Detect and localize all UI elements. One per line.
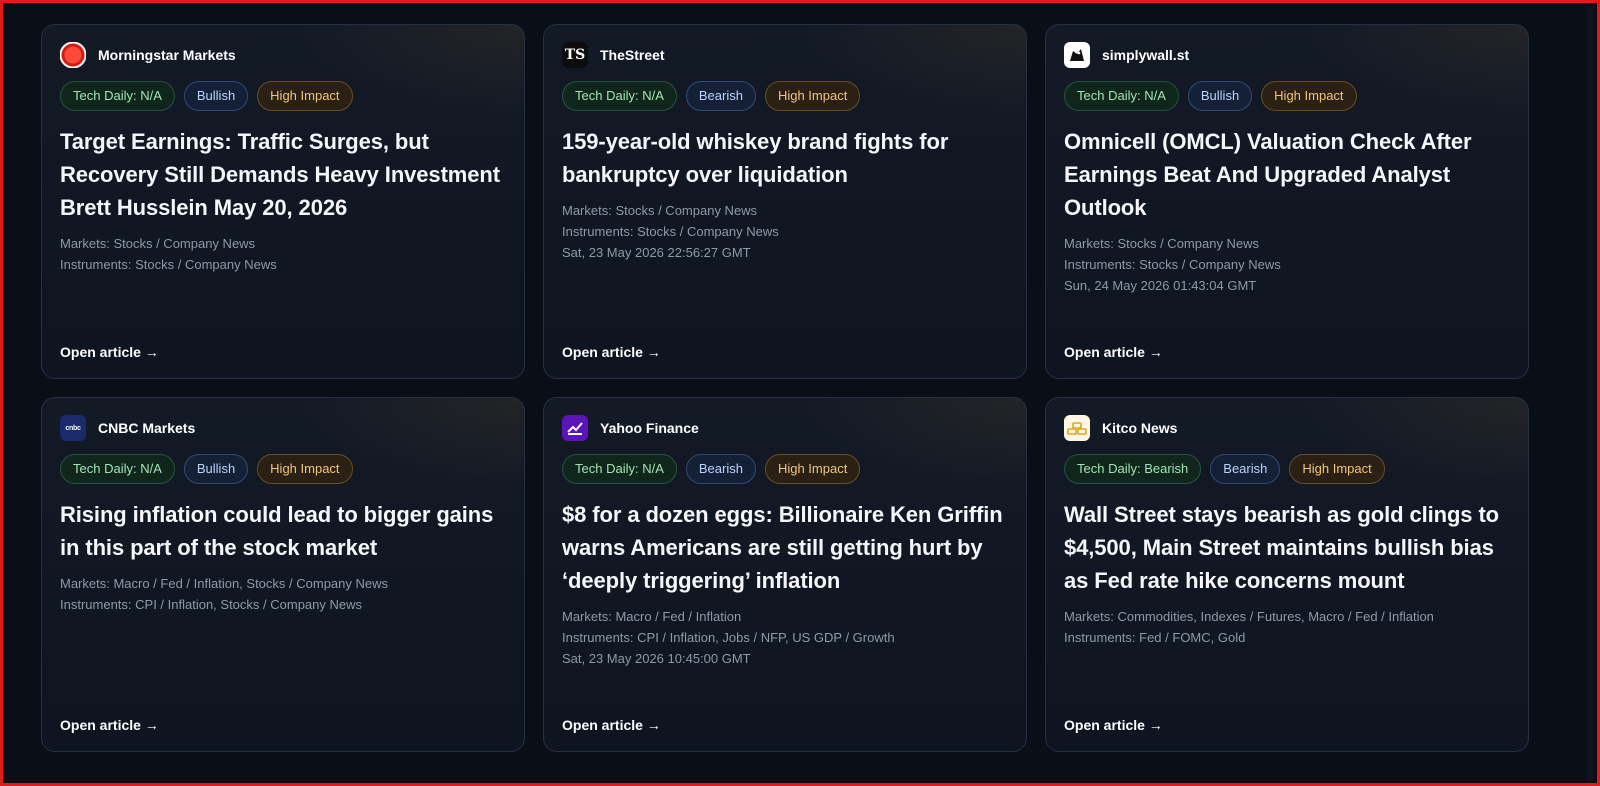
card-source: cnbc CNBC Markets [60,414,506,442]
sentiment-badge: Bearish [685,454,756,484]
impact-badge: High Impact [1289,454,1385,484]
impact-badge: High Impact [764,454,861,484]
app-frame: Morningstar Markets Tech Daily: N/A Bull… [0,0,1600,786]
tech-daily-badge: Tech Daily: N/A [562,81,677,111]
meta-instruments: Instruments: CPI / Inflation, Stocks / C… [60,597,363,612]
sentiment-badge: Bearish [1210,454,1281,484]
meta-timestamp: Sun, 24 May 2026 01:43:04 GMT [1064,278,1257,293]
simplywallst-logo-icon [1064,42,1090,68]
meta-timestamp: Sat, 23 May 2026 10:45:00 GMT [562,651,751,666]
tag-row: Tech Daily: N/A Bearish High Impact [562,454,1008,484]
article-title[interactable]: $8 for a dozen eggs: Billionaire Ken Gri… [562,498,1008,597]
card-source: Morningstar Markets [60,41,506,69]
article-meta: Markets: Commodities, Indexes / Futures,… [1064,606,1510,648]
tech-daily-badge: Tech Daily: N/A [60,454,175,484]
source-name: Kitco News [1102,420,1178,436]
kitco-logo-icon [1064,415,1090,441]
tech-daily-badge: Tech Daily: N/A [1064,81,1179,111]
morningstar-logo-icon [60,42,86,68]
news-card-grid: Morningstar Markets Tech Daily: N/A Bull… [41,24,1561,752]
tag-row: Tech Daily: N/A Bearish High Impact [562,81,1008,111]
impact-badge: High Impact [764,81,861,111]
cnbc-logo-icon: cnbc [60,415,86,441]
meta-instruments: Instruments: Stocks / Company News [1064,257,1281,272]
source-name: Yahoo Finance [600,420,699,436]
news-card[interactable]: Yahoo Finance Tech Daily: N/A Bearish Hi… [543,397,1027,752]
source-name: simplywall.st [1102,47,1190,63]
source-name: Morningstar Markets [98,47,236,63]
meta-markets: Markets: Stocks / Company News [60,236,256,251]
meta-markets: Markets: Commodities, Indexes / Futures,… [1064,609,1434,624]
news-card[interactable]: Kitco News Tech Daily: Bearish Bearish H… [1045,397,1529,752]
meta-instruments: Instruments: Stocks / Company News [60,257,277,272]
article-title[interactable]: Target Earnings: Traffic Surges, but Rec… [60,125,506,224]
open-article-link[interactable]: Open article → [1064,344,1163,360]
card-source: Yahoo Finance [562,414,1008,442]
article-meta: Markets: Macro / Fed / Inflation, Stocks… [60,573,506,615]
yahoo-finance-logo-icon [562,415,588,441]
news-card[interactable]: TS TheStreet Tech Daily: N/A Bearish Hig… [543,24,1027,379]
thestreet-logo-icon: TS [562,42,588,68]
meta-instruments: Instruments: Fed / FOMC, Gold [1064,630,1246,645]
news-card[interactable]: simplywall.st Tech Daily: N/A Bullish Hi… [1045,24,1529,379]
sentiment-badge: Bullish [183,81,249,111]
article-meta: Markets: Stocks / Company News Instrumen… [1064,233,1510,296]
news-card[interactable]: Morningstar Markets Tech Daily: N/A Bull… [41,24,525,379]
impact-badge: High Impact [1261,81,1357,111]
meta-instruments: Instruments: Stocks / Company News [562,224,779,239]
open-article-link[interactable]: Open article → [562,717,661,733]
tech-daily-badge: Tech Daily: Bearish [1064,454,1202,484]
open-article-link[interactable]: Open article → [562,344,661,360]
card-source: TS TheStreet [562,41,1008,69]
meta-markets: Markets: Stocks / Company News [562,203,758,218]
open-article-link[interactable]: Open article → [60,717,159,733]
sentiment-badge: Bullish [183,454,249,484]
tag-row: Tech Daily: N/A Bullish High Impact [60,81,506,111]
card-source: simplywall.st [1064,41,1510,69]
sentiment-badge: Bearish [685,81,756,111]
impact-badge: High Impact [257,81,353,111]
vertical-scrollbar[interactable] [1586,6,1594,780]
tag-row: Tech Daily: N/A Bullish High Impact [60,454,506,484]
impact-badge: High Impact [257,454,353,484]
open-article-link[interactable]: Open article → [1064,717,1163,733]
article-meta: Markets: Macro / Fed / Inflation Instrum… [562,606,1008,669]
source-name: CNBC Markets [98,420,196,436]
tag-row: Tech Daily: Bearish Bearish High Impact [1064,454,1510,484]
article-title[interactable]: Wall Street stays bearish as gold clings… [1064,498,1510,597]
tech-daily-badge: Tech Daily: N/A [562,454,677,484]
meta-markets: Markets: Macro / Fed / Inflation [562,609,742,624]
article-title[interactable]: Omnicell (OMCL) Valuation Check After Ea… [1064,125,1510,224]
meta-timestamp: Sat, 23 May 2026 22:56:27 GMT [562,245,751,260]
news-card[interactable]: cnbc CNBC Markets Tech Daily: N/A Bullis… [41,397,525,752]
meta-markets: Markets: Macro / Fed / Inflation, Stocks… [60,576,389,591]
source-name: TheStreet [600,47,665,63]
tech-daily-badge: Tech Daily: N/A [60,81,175,111]
meta-instruments: Instruments: CPI / Inflation, Jobs / NFP… [562,630,895,645]
article-title[interactable]: Rising inflation could lead to bigger ga… [60,498,506,564]
open-article-link[interactable]: Open article → [60,344,159,360]
article-title[interactable]: 159-year-old whiskey brand fights for ba… [562,125,1008,191]
sentiment-badge: Bullish [1187,81,1253,111]
card-source: Kitco News [1064,414,1510,442]
article-meta: Markets: Stocks / Company News Instrumen… [60,233,506,275]
article-meta: Markets: Stocks / Company News Instrumen… [562,200,1008,263]
tag-row: Tech Daily: N/A Bullish High Impact [1064,81,1510,111]
meta-markets: Markets: Stocks / Company News [1064,236,1260,251]
